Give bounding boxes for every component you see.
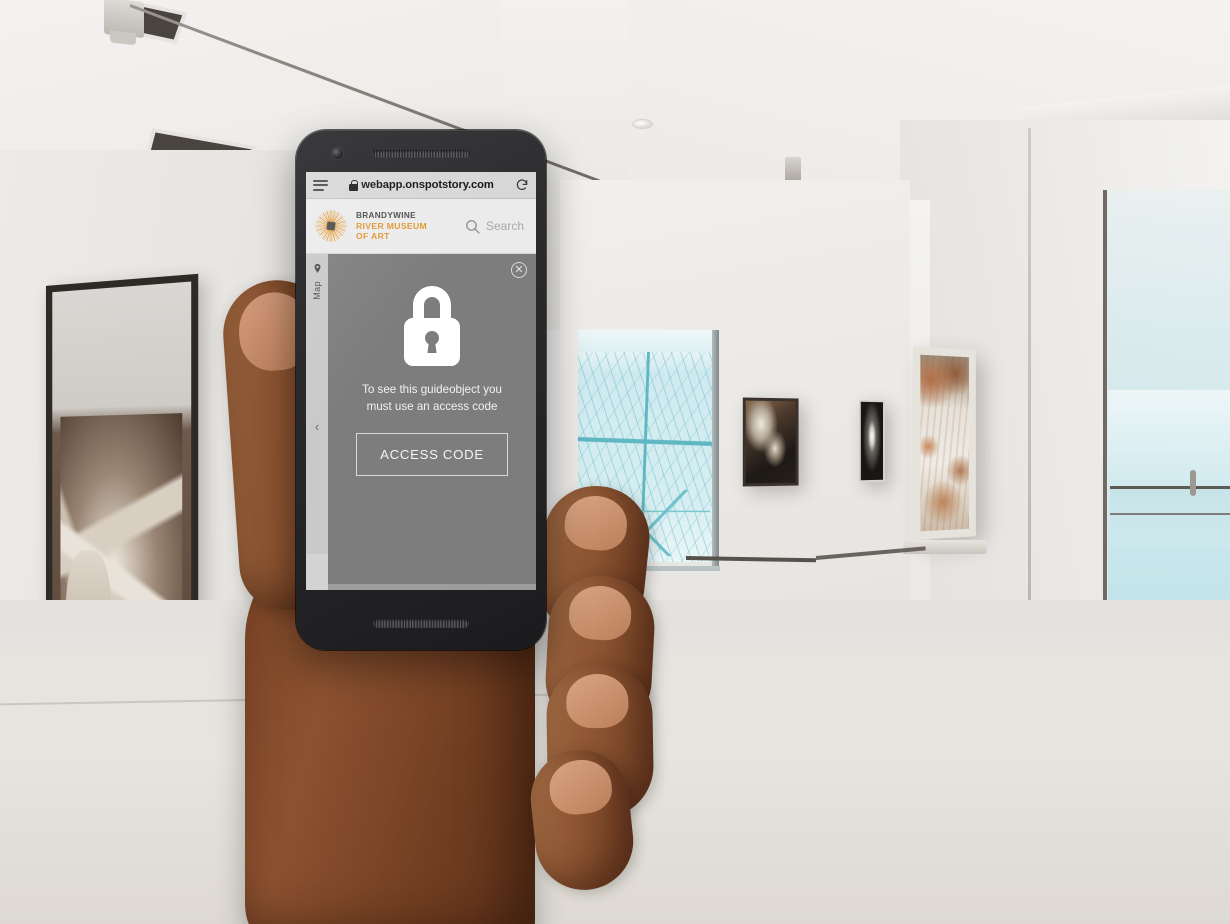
window-mullion <box>712 330 719 566</box>
map-side-rail[interactable]: Map ‹ <box>306 254 328 590</box>
artwork-framed-white-form <box>858 399 885 483</box>
phone-screen: webapp.onspotstory.com BRANDYWINE RIVER … <box>306 172 536 590</box>
bottom-speaker-icon <box>373 619 469 628</box>
reload-icon[interactable] <box>515 178 529 192</box>
search-placeholder: Search <box>485 219 524 233</box>
url-text: webapp.onspotstory.com <box>361 179 494 191</box>
locked-message-line-1: To see this guideobject you <box>362 383 502 396</box>
locked-content-overlay: ✕ To see this guideobject you must use a… <box>328 254 536 590</box>
fingernail <box>567 584 633 642</box>
brandywine-sunburst-logo-icon[interactable] <box>314 209 348 243</box>
hamburger-menu-icon[interactable] <box>313 179 328 191</box>
brand-line-1: BRANDYWINE <box>356 211 416 221</box>
ceiling-projector-icon <box>104 0 144 39</box>
rail-lower-section <box>306 554 328 590</box>
map-rail-label: Map <box>312 281 322 300</box>
back-chevron-icon[interactable]: ‹ <box>306 420 328 433</box>
brand-wordmark: BRANDYWINE RIVER MUSEUM OF ART <box>356 211 427 241</box>
lock-icon <box>349 180 358 191</box>
earpiece-speaker-icon <box>372 150 470 158</box>
smartphone-device: webapp.onspotstory.com BRANDYWINE RIVER … <box>296 130 546 650</box>
locked-message: To see this guideobject you must use an … <box>347 382 517 416</box>
glass-partition <box>1108 190 1230 610</box>
fingernail <box>546 756 615 818</box>
url-field[interactable]: webapp.onspotstory.com <box>335 179 508 191</box>
search-icon <box>464 218 481 235</box>
brand-line-3: OF ART <box>356 230 390 241</box>
browser-address-bar[interactable]: webapp.onspotstory.com <box>306 172 536 199</box>
search-input[interactable]: Search <box>464 218 528 235</box>
stair-railing <box>1110 486 1230 546</box>
access-code-button[interactable]: ACCESS CODE <box>356 432 508 476</box>
front-camera-icon <box>332 148 343 159</box>
downlight-icon <box>633 120 652 128</box>
padlock-icon <box>399 282 465 368</box>
fingernail <box>562 492 630 554</box>
brand-line-2: RIVER MUSEUM <box>356 220 428 231</box>
artwork-framed-rust-panel <box>912 346 976 540</box>
app-header: BRANDYWINE RIVER MUSEUM OF ART Search <box>306 199 536 254</box>
door-handle-icon <box>1190 470 1196 496</box>
artwork-framed-dark <box>742 397 799 487</box>
app-content: Map ‹ ✕ To see this guideobject you must… <box>306 254 536 590</box>
close-icon[interactable]: ✕ <box>511 262 527 278</box>
fingernail <box>565 673 629 729</box>
locked-message-line-2: must use an access code <box>366 399 498 413</box>
media-viewer: ✕ To see this guideobject you must use a… <box>328 254 536 590</box>
map-pin-icon[interactable] <box>312 262 323 275</box>
glass-partition-frame <box>1103 190 1107 610</box>
overlay-bottom-strip <box>328 584 536 590</box>
